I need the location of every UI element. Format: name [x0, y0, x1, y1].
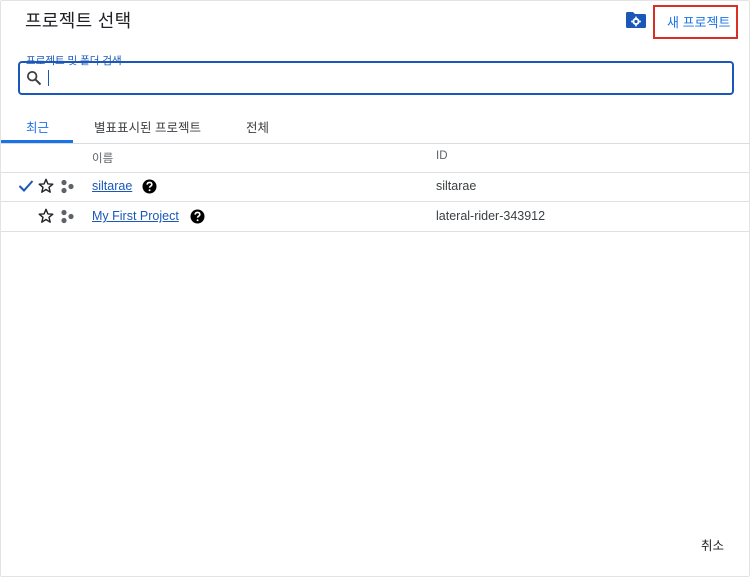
project-link[interactable]: siltarae — [92, 179, 132, 193]
new-project-button[interactable]: 새 프로젝트 — [667, 12, 730, 31]
tab-bar: 최근 별표표시된 프로젝트 전체 — [1, 107, 750, 144]
project-link[interactable]: My First Project — [92, 209, 179, 223]
folder-settings-icon[interactable] — [625, 11, 647, 29]
active-tab-indicator — [1, 140, 73, 143]
dialog-title: 프로젝트 선택 — [25, 11, 132, 31]
project-id: siltarae — [436, 179, 477, 193]
column-header-id: ID — [436, 150, 448, 162]
tab-starred[interactable]: 별표표시된 프로젝트 — [94, 117, 201, 136]
resource-hierarchy-icon — [61, 209, 74, 224]
search-input[interactable] — [18, 61, 734, 95]
resource-hierarchy-icon — [61, 179, 74, 194]
check-icon — [18, 180, 34, 192]
new-project-highlight: 새 프로젝트 — [653, 5, 738, 39]
table-row[interactable]: My First Project lateral-rider-343912 — [1, 202, 750, 232]
search-icon — [26, 70, 42, 86]
help-icon[interactable] — [142, 179, 157, 194]
table-header: 이름 ID — [1, 144, 750, 173]
tab-all[interactable]: 전체 — [246, 117, 269, 136]
table-row[interactable]: siltarae siltarae — [1, 172, 750, 202]
star-outline-icon[interactable] — [38, 208, 54, 224]
project-select-dialog: 프로젝트 선택 새 프로젝트 프로젝트 및 폴더 검색 최근 별표표시된 프로젝… — [0, 0, 750, 577]
text-cursor — [48, 70, 49, 86]
column-header-name: 이름 — [92, 153, 114, 165]
cancel-button[interactable]: 취소 — [701, 535, 724, 554]
help-icon[interactable] — [190, 209, 205, 224]
tab-recent[interactable]: 최근 — [26, 117, 49, 136]
project-id: lateral-rider-343912 — [436, 209, 546, 223]
star-outline-icon[interactable] — [38, 178, 54, 194]
